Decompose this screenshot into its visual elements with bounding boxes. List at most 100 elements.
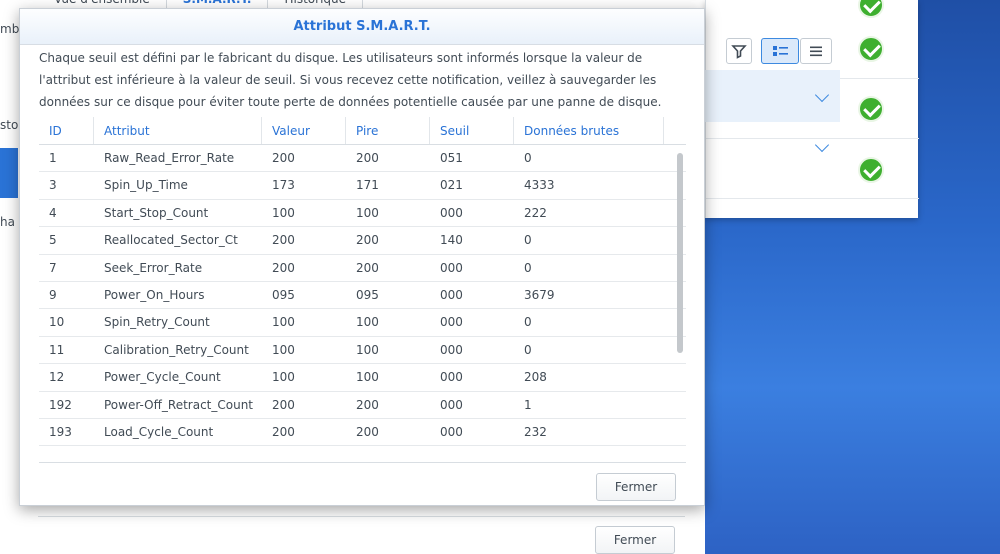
table-body: 1 Raw_Read_Error_Rate 200 200 051 0 3 Spin_Up_T… bbox=[39, 145, 686, 447]
cell-worst: 200 bbox=[356, 151, 379, 165]
table-row[interactable]: 193 Load_Cycle_Count 200 200 000 232 bbox=[39, 419, 686, 447]
cell-value: 173 bbox=[272, 178, 295, 193]
cell-worst: 100 bbox=[356, 205, 379, 220]
cell-worst: 200 bbox=[356, 233, 379, 248]
cell-threshold: 051 bbox=[440, 151, 463, 165]
table-row[interactable]: 3 Spin_Up_Time 173 171 021 4333 bbox=[39, 172, 686, 200]
cell-worst: 095 bbox=[356, 287, 379, 302]
tab-overview[interactable]: Vue d'ensemble bbox=[38, 0, 167, 8]
dialog-description: Chaque seuil est défini par le fabricant… bbox=[39, 51, 662, 109]
smart-table: ID Attribut Valeur Pire Seuil Données br… bbox=[39, 117, 686, 447]
back-close-button[interactable]: Fermer bbox=[595, 526, 675, 554]
cell-value: 200 bbox=[272, 260, 295, 275]
left-text-fragment: ha bbox=[0, 215, 15, 229]
column-header-attribute[interactable]: Attribut bbox=[94, 117, 262, 144]
cell-attribute: Power_Cycle_Count bbox=[104, 370, 221, 385]
table-row[interactable]: 4 Start_Stop_Count 100 100 000 222 bbox=[39, 200, 686, 228]
table-row[interactable]: 1 Raw_Read_Error_Rate 200 200 051 0 bbox=[39, 145, 686, 173]
left-text-fragment: sto bbox=[0, 118, 19, 132]
cell-raw-data: 4333 bbox=[524, 178, 555, 193]
cell-id: 5 bbox=[49, 233, 57, 248]
cell-worst: 171 bbox=[356, 178, 379, 193]
cell-id: 9 bbox=[49, 287, 57, 302]
table-row[interactable]: 11 Calibration_Retry_Count 100 100 000 0 bbox=[39, 337, 686, 365]
cell-attribute: Calibration_Retry_Count bbox=[104, 342, 249, 357]
cell-raw-data: 0 bbox=[524, 260, 532, 275]
cell-attribute: Reallocated_Sector_Ct bbox=[104, 233, 238, 248]
cell-worst: 200 bbox=[356, 424, 379, 439]
table-row[interactable]: 10 Spin_Retry_Count 100 100 000 0 bbox=[39, 309, 686, 337]
cell-value: 200 bbox=[272, 233, 295, 248]
cell-raw-data: 0 bbox=[524, 315, 532, 330]
cell-attribute: Start_Stop_Count bbox=[104, 205, 209, 220]
cell-id: 7 bbox=[49, 260, 57, 275]
cell-value: 100 bbox=[272, 315, 295, 330]
cell-value: 095 bbox=[272, 287, 295, 302]
cell-value: 200 bbox=[272, 424, 295, 439]
cell-threshold: 000 bbox=[440, 397, 463, 412]
cell-raw-data: 222 bbox=[524, 205, 547, 220]
cell-threshold: 021 bbox=[440, 178, 463, 193]
cell-value: 100 bbox=[272, 370, 295, 385]
cell-raw-data: 0 bbox=[524, 151, 532, 165]
cell-value: 200 bbox=[272, 397, 295, 412]
cell-id: 192 bbox=[49, 397, 72, 412]
tab-smart[interactable]: S.M.A.R.T. bbox=[167, 0, 269, 8]
cell-worst: 100 bbox=[356, 315, 379, 330]
column-header-raw-data[interactable]: Données brutes bbox=[514, 117, 664, 144]
cell-attribute: Power-Off_Retract_Count bbox=[104, 397, 254, 412]
cell-attribute: Power_On_Hours bbox=[104, 287, 205, 302]
cell-value: 200 bbox=[272, 151, 295, 165]
cell-id: 12 bbox=[49, 370, 65, 385]
column-header-worst[interactable]: Pire bbox=[346, 117, 430, 144]
smart-attributes-dialog: Attribut S.M.A.R.T. Chaque seuil est déf… bbox=[19, 8, 705, 506]
cell-id: 193 bbox=[49, 424, 72, 439]
cell-raw-data: 3679 bbox=[524, 287, 555, 302]
cell-id: 10 bbox=[49, 315, 65, 330]
cell-id: 4 bbox=[49, 205, 57, 220]
table-scrollbar[interactable] bbox=[677, 153, 683, 353]
cell-id: 3 bbox=[49, 178, 57, 193]
cell-worst: 200 bbox=[356, 397, 379, 412]
cell-id: 1 bbox=[49, 151, 57, 165]
cell-value: 100 bbox=[272, 205, 295, 220]
table-row[interactable]: 9 Power_On_Hours 095 095 000 3679 bbox=[39, 282, 686, 310]
table-row[interactable]: 192 Power-Off_Retract_Count 200 200 000 1 bbox=[39, 392, 686, 419]
check-circle-icon bbox=[858, 0, 884, 18]
disk-row[interactable] bbox=[706, 139, 919, 199]
table-row[interactable]: 12 Power_Cycle_Count 100 100 000 208 bbox=[39, 364, 686, 392]
cell-worst: 100 bbox=[356, 370, 379, 385]
table-header: ID Attribut Valeur Pire Seuil Données br… bbox=[39, 117, 686, 145]
back-footer-divider bbox=[38, 516, 685, 517]
close-button[interactable]: Fermer bbox=[596, 473, 676, 501]
cell-threshold: 000 bbox=[440, 315, 463, 330]
cell-attribute: Seek_Error_Rate bbox=[104, 260, 203, 275]
column-header-id[interactable]: ID bbox=[39, 117, 94, 144]
back-tabs: Vue d'ensemble S.M.A.R.T. Historique bbox=[38, 0, 364, 8]
cell-threshold: 000 bbox=[440, 424, 463, 439]
cell-value: 100 bbox=[272, 342, 295, 357]
cell-attribute: Spin_Retry_Count bbox=[104, 315, 210, 330]
cell-id: 11 bbox=[49, 342, 65, 357]
cell-threshold: 000 bbox=[440, 370, 463, 385]
selected-sidebar-item[interactable] bbox=[0, 148, 18, 198]
cell-attribute: Spin_Up_Time bbox=[104, 178, 188, 193]
left-text-fragment: mb bbox=[0, 22, 20, 36]
dialog-title: Attribut S.M.A.R.T. bbox=[20, 9, 704, 45]
cell-raw-data: 0 bbox=[524, 342, 532, 357]
dialog-footer-divider bbox=[39, 462, 686, 463]
cell-threshold: 000 bbox=[440, 260, 463, 275]
cell-worst: 200 bbox=[356, 260, 379, 275]
cell-threshold: 000 bbox=[440, 205, 463, 220]
column-header-value[interactable]: Valeur bbox=[262, 117, 346, 144]
check-circle-icon bbox=[858, 157, 884, 183]
tab-history[interactable]: Historique bbox=[268, 0, 364, 8]
column-header-threshold[interactable]: Seuil bbox=[430, 117, 514, 144]
cell-worst: 100 bbox=[356, 342, 379, 357]
table-row[interactable]: 7 Seek_Error_Rate 200 200 000 0 bbox=[39, 255, 686, 282]
cell-threshold: 000 bbox=[440, 342, 463, 357]
cell-raw-data: 208 bbox=[524, 370, 547, 385]
check-circle-icon bbox=[858, 36, 884, 62]
table-row[interactable]: 5 Reallocated_Sector_Ct 200 200 140 0 bbox=[39, 227, 686, 255]
cell-threshold: 140 bbox=[440, 233, 463, 248]
